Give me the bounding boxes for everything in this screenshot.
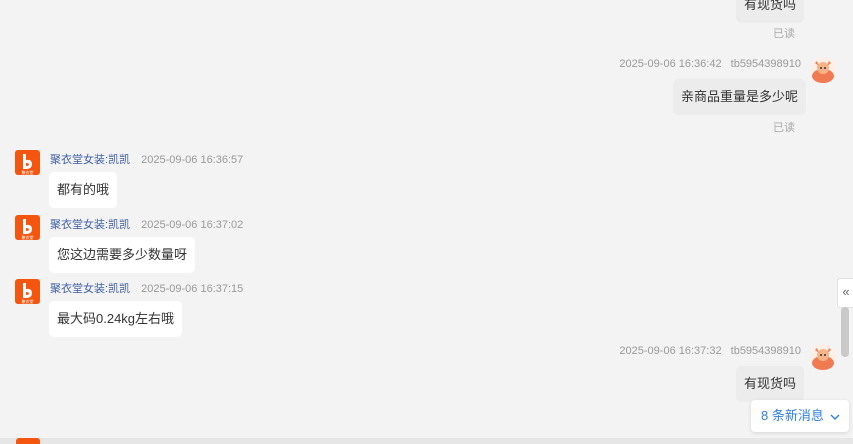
- shop-logo-icon: 聚衣堂: [22, 154, 34, 175]
- shop-logo-icon: 聚衣堂: [22, 283, 34, 304]
- shop-avatar: 聚衣堂: [15, 279, 40, 304]
- message-bubble-incoming: 都有的哦: [49, 172, 118, 208]
- message-timestamp: 2025-09-06 16:37:32: [619, 345, 722, 357]
- message-bubble-incoming: 最大码0.24kg左右哦: [49, 301, 183, 337]
- message-username: tb5954398910: [730, 345, 801, 357]
- message-meta: 聚衣堂女装:凯凯 2025-09-06 16:37:15: [50, 280, 243, 296]
- shop-avatar: 聚衣堂: [15, 215, 40, 240]
- shop-avatar-partial: [16, 438, 40, 444]
- message-timestamp: 2025-09-06 16:36:57: [141, 154, 244, 166]
- message-bubble-outgoing: 有现货吗: [736, 0, 805, 23]
- new-messages-button[interactable]: 8 条新消息: [751, 400, 849, 432]
- message-bubble-incoming: 您这边需要多少数量呀: [49, 237, 196, 273]
- message-timestamp: 2025-09-06 16:36:42: [619, 58, 722, 70]
- message-meta: 聚衣堂女装:凯凯 2025-09-06 16:36:57: [50, 151, 243, 167]
- message-meta: 2025-09-06 16:37:32 tb5954398910: [619, 345, 801, 357]
- message-timestamp: 2025-09-06 16:37:02: [141, 219, 244, 231]
- svg-text:聚衣堂: 聚衣堂: [22, 298, 34, 304]
- shop-logo-icon: 聚衣堂: [22, 219, 34, 240]
- svg-text:聚衣堂: 聚衣堂: [22, 169, 34, 175]
- message-timestamp: 2025-09-06 16:37:15: [141, 283, 244, 295]
- user-avatar: [810, 344, 836, 370]
- read-status: 已读: [773, 28, 795, 40]
- message-bubble-outgoing: 有现货吗: [736, 366, 805, 402]
- chevron-down-icon: [830, 414, 840, 420]
- scrollbar-thumb[interactable]: [841, 307, 849, 357]
- sender-name[interactable]: 聚衣堂女装:凯凯: [50, 283, 130, 295]
- input-area-divider: [0, 438, 853, 444]
- message-meta: 2025-09-06 16:36:42 tb5954398910: [619, 58, 801, 70]
- sender-name[interactable]: 聚衣堂女装:凯凯: [50, 219, 130, 231]
- message-meta: 聚衣堂女装:凯凯 2025-09-06 16:37:02: [50, 216, 243, 232]
- read-status: 已读: [773, 122, 795, 134]
- collapse-panel-button[interactable]: «: [837, 278, 853, 308]
- double-chevron-left-icon: «: [842, 284, 850, 299]
- user-avatar: [810, 57, 836, 83]
- new-messages-label: 8 条新消息: [761, 408, 824, 423]
- sender-name[interactable]: 聚衣堂女装:凯凯: [50, 154, 130, 166]
- message-bubble-outgoing: 亲商品重量是多少呢: [673, 79, 807, 115]
- svg-text:聚衣堂: 聚衣堂: [22, 234, 34, 240]
- shop-avatar: 聚衣堂: [15, 150, 40, 175]
- message-username: tb5954398910: [730, 58, 801, 70]
